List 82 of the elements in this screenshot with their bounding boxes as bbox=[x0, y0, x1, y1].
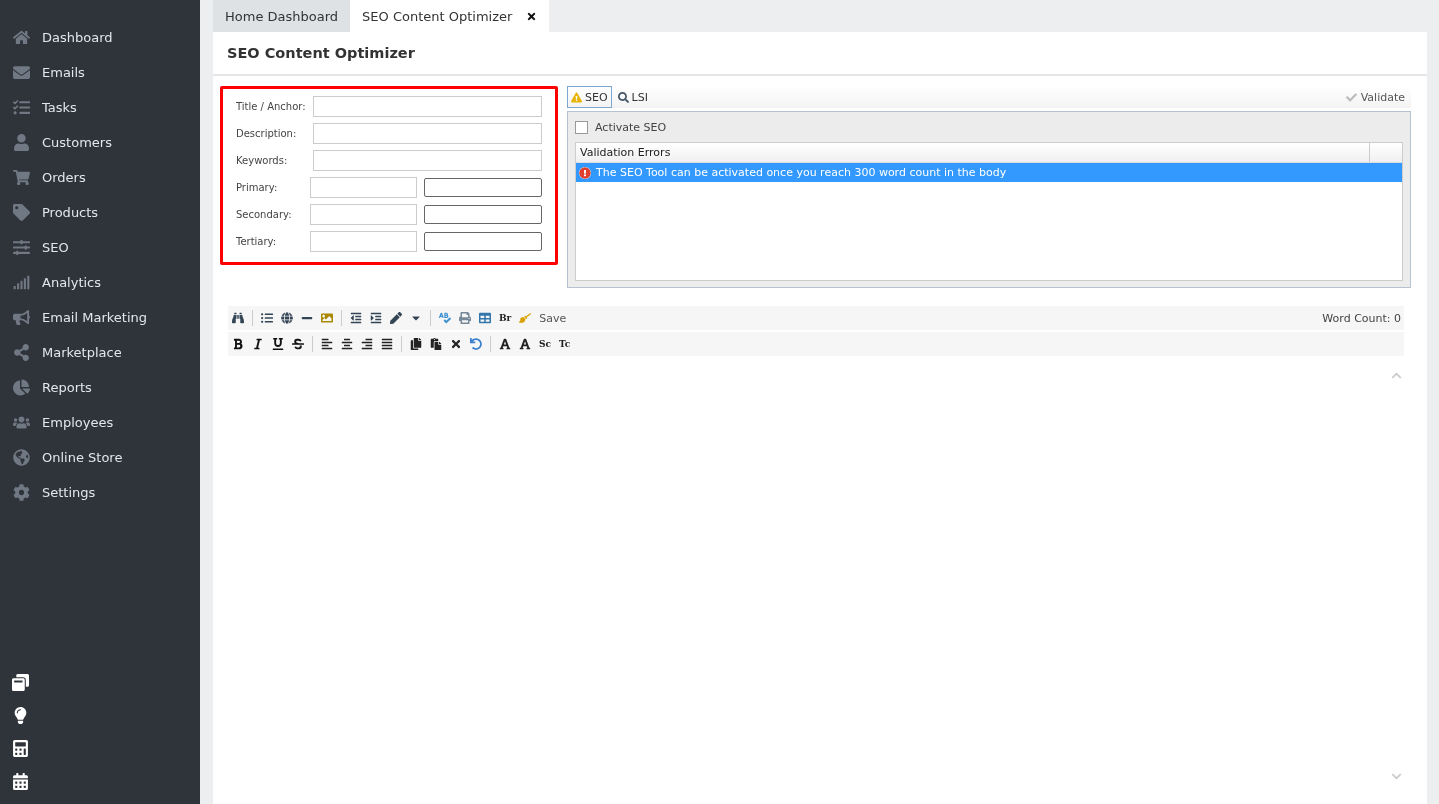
tab[interactable]: Home Dashboard bbox=[213, 0, 351, 32]
field-label: Title / Anchor: bbox=[236, 101, 307, 112]
settings-icon bbox=[13, 484, 30, 501]
calendar-icon[interactable] bbox=[12, 773, 29, 790]
envelope-icon bbox=[13, 64, 30, 81]
sidebar-item[interactable]: Analytics bbox=[0, 265, 200, 300]
underline-icon[interactable] bbox=[272, 338, 284, 350]
close-icon[interactable] bbox=[526, 10, 538, 22]
globe-icon bbox=[13, 449, 30, 466]
sidebar-item[interactable]: Products bbox=[0, 195, 200, 230]
sidebar-item[interactable]: Settings bbox=[0, 475, 200, 510]
input-field[interactable] bbox=[424, 232, 542, 251]
input-field[interactable] bbox=[424, 178, 542, 197]
save-button[interactable]: Save bbox=[539, 311, 567, 325]
field-label: Description: bbox=[236, 128, 298, 139]
paste-icon[interactable] bbox=[430, 338, 442, 350]
sidebar-item[interactable]: Customers bbox=[0, 125, 200, 160]
copy-icon[interactable] bbox=[410, 338, 422, 350]
share-icon bbox=[13, 344, 30, 361]
sidebar-item[interactable]: Email Marketing bbox=[0, 300, 200, 335]
megaphone-icon bbox=[13, 309, 30, 326]
undo-icon[interactable] bbox=[470, 338, 482, 350]
pie-chart-icon bbox=[13, 379, 30, 396]
cart-icon bbox=[13, 169, 30, 186]
outdent-icon[interactable] bbox=[350, 312, 362, 324]
warning-icon bbox=[571, 91, 582, 103]
word-count: Word Count: 0 bbox=[1322, 311, 1402, 325]
sc-tool[interactable]: Sc bbox=[539, 339, 551, 349]
justify-icon[interactable] bbox=[381, 338, 393, 350]
input-field[interactable] bbox=[424, 205, 542, 224]
spellcheck-icon[interactable] bbox=[439, 312, 451, 324]
house-icon bbox=[13, 29, 30, 46]
indent-icon[interactable] bbox=[370, 312, 382, 324]
search-icon bbox=[617, 91, 629, 103]
sidebar-item[interactable]: Emails bbox=[0, 55, 200, 90]
table-icon[interactable] bbox=[479, 312, 491, 324]
windows-icon[interactable] bbox=[12, 674, 29, 691]
field-label: Tertiary: bbox=[236, 236, 278, 247]
panel-tab[interactable]: SEO bbox=[567, 86, 612, 108]
strikethrough-icon[interactable] bbox=[292, 338, 304, 350]
sidebar-item[interactable]: SEO bbox=[0, 230, 200, 265]
page-title: SEO Content Optimizer bbox=[213, 32, 1427, 76]
sidebar-item[interactable]: Marketplace bbox=[0, 335, 200, 370]
sliders-icon bbox=[13, 239, 30, 256]
checkmark-icon bbox=[1345, 91, 1357, 103]
tc-tool[interactable]: Tc bbox=[559, 339, 571, 349]
lightbulb-icon[interactable] bbox=[12, 707, 29, 724]
checkbox-label: Activate SEO bbox=[595, 120, 667, 134]
binoculars-icon[interactable] bbox=[232, 312, 244, 324]
validate-button[interactable]: Validate bbox=[1339, 89, 1411, 105]
sidebar-item[interactable]: Tasks bbox=[0, 90, 200, 125]
tab[interactable]: SEO Content Optimizer bbox=[350, 0, 550, 32]
person-icon bbox=[13, 134, 30, 151]
align-left-icon[interactable] bbox=[321, 338, 333, 350]
sidebar-item[interactable]: Employees bbox=[0, 405, 200, 440]
pen-icon[interactable] bbox=[390, 312, 402, 324]
align-right-icon[interactable] bbox=[361, 338, 373, 350]
align-center-icon[interactable] bbox=[341, 338, 353, 350]
list-icon[interactable] bbox=[261, 312, 273, 324]
tag-icon bbox=[13, 204, 30, 221]
bold-icon[interactable] bbox=[232, 338, 244, 350]
sidebar-item[interactable]: Reports bbox=[0, 370, 200, 405]
sidebar-item[interactable]: Orders bbox=[0, 160, 200, 195]
field-label: Keywords: bbox=[236, 155, 289, 166]
calculator-icon[interactable] bbox=[12, 740, 29, 757]
bar-chart-icon bbox=[13, 274, 30, 291]
cut-icon[interactable] bbox=[450, 338, 462, 350]
field-label: Primary: bbox=[236, 182, 279, 193]
checklist-icon bbox=[13, 99, 30, 116]
panel-tab[interactable]: LSI bbox=[613, 86, 652, 108]
br-tool: Br bbox=[499, 313, 512, 323]
image-icon[interactable] bbox=[321, 312, 333, 324]
column-header: Validation Errors bbox=[576, 143, 1370, 162]
field-label: Secondary: bbox=[236, 209, 293, 220]
error-icon bbox=[579, 166, 591, 179]
sidebar-item[interactable]: Online Store bbox=[0, 440, 200, 475]
people-icon bbox=[13, 414, 30, 431]
printer-icon[interactable] bbox=[459, 312, 471, 324]
sidebar-item[interactable]: Dashboard bbox=[0, 20, 200, 55]
italic-icon[interactable] bbox=[252, 338, 264, 350]
globe-icon[interactable] bbox=[281, 312, 293, 324]
checkbox[interactable] bbox=[575, 120, 588, 134]
